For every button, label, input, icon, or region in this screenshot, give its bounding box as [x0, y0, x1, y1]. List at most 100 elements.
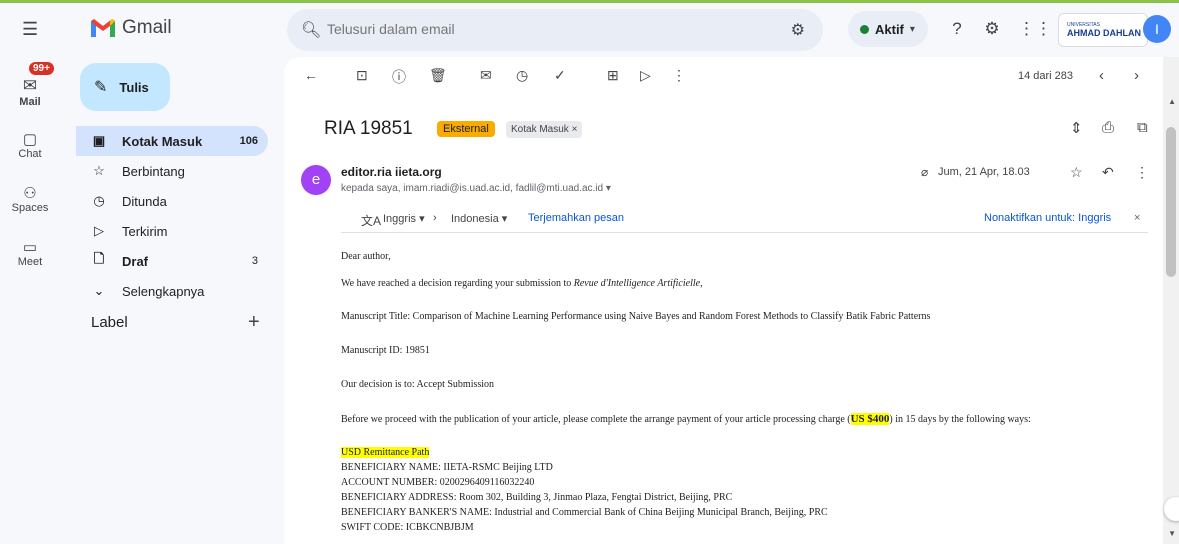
email-date: Jum, 21 Apr, 18.03: [938, 166, 1030, 178]
status-label: Aktif: [875, 21, 904, 37]
clock-icon: ◷: [93, 193, 105, 208]
sender-name[interactable]: editor.ria iieta.org: [341, 165, 442, 179]
beneficiary-name: BENEFICIARY NAME: IIETA-RSMC Beijing LTD: [341, 462, 553, 473]
status-button[interactable]: Aktif ▾: [848, 11, 928, 47]
sidebar-item-count: 3: [251, 255, 258, 267]
manuscript-title: Manuscript Title: Comparison of Machine …: [341, 311, 931, 322]
draft-icon: 🗋︎: [93, 251, 105, 266]
search-options-icon[interactable]: ⚙︎: [791, 20, 805, 40]
chevron-left-icon[interactable]: ‹: [1099, 67, 1104, 84]
status-dot-icon: [860, 24, 869, 34]
disable-translate-link[interactable]: Nonaktifkan untuk: Inggris: [984, 212, 1111, 224]
greeting: Dear author,: [341, 251, 391, 262]
inbox-icon: ▣: [92, 133, 106, 148]
move-to-icon[interactable]: ⊞: [607, 67, 619, 84]
sidebar-item-label: Terkirim: [122, 223, 168, 239]
manuscript-id: Manuscript ID: 19851: [341, 345, 430, 356]
translate-message-link[interactable]: Terjemahkan pesan: [528, 212, 624, 224]
more-vert-icon[interactable]: ⋮: [672, 67, 686, 84]
expand-icon[interactable]: ⇕: [1070, 119, 1083, 137]
chat-icon: ▢: [22, 131, 38, 148]
sidebar-item-more[interactable]: ⌄ Selengkapnya: [76, 276, 268, 306]
reply-icon[interactable]: ↶: [1102, 164, 1114, 181]
pager-text: 14 dari 283: [1017, 70, 1073, 82]
external-chip: Eksternal: [437, 121, 495, 137]
rail-label: Meet: [17, 256, 43, 268]
scroll-down-icon[interactable]: ▼: [1168, 529, 1176, 538]
account-avatar[interactable]: I: [1143, 15, 1171, 43]
send-icon: ▷: [94, 223, 104, 238]
chevron-down-icon: ▾: [909, 23, 915, 35]
rail-label: Mail: [19, 96, 41, 108]
compose-button[interactable]: ✎ Tulis: [80, 63, 170, 111]
sidebar-item-label: Berbintang: [122, 163, 185, 179]
open-new-window-icon[interactable]: ⧉: [1137, 119, 1148, 136]
payment-line: Before we proceed with the publication o…: [341, 413, 1031, 425]
star-icon[interactable]: ☆: [1070, 164, 1083, 181]
target-language-select[interactable]: Indonesia ▾: [451, 212, 507, 225]
rail-label: Chat: [18, 148, 42, 160]
label-header: Label: [91, 314, 128, 331]
mail-unread-badge: 99+: [29, 62, 54, 75]
sidebar-item-inbox[interactable]: ▣ Kotak Masuk 106: [76, 126, 268, 156]
sidebar-item-label: Draf: [122, 253, 149, 269]
account-number: ACCOUNT NUMBER: 0200296409116032240: [341, 477, 535, 488]
add-task-icon[interactable]: ✓: [554, 67, 566, 84]
add-label-icon[interactable]: +: [248, 311, 260, 334]
more-vert-icon[interactable]: ⋮: [1135, 164, 1149, 181]
beneficiary-address: BENEFICIARY ADDRESS: Room 302, Building …: [341, 492, 733, 503]
search-icon[interactable]: 🔍︎: [301, 20, 321, 40]
arrow-right-icon: ›: [433, 212, 437, 224]
help-icon[interactable]: ?: [947, 19, 967, 39]
email-view: ← ⊡ ⓘ 🗑︎ ✉ ◷ ✓ ⊞ ▷ ⋮ 14 dari 283 ‹ › RIA…: [284, 57, 1179, 544]
sidebar-item-drafts[interactable]: 🗋︎ Draf 3: [76, 246, 268, 276]
hamburger-menu-icon[interactable]: ☰: [22, 19, 42, 39]
report-spam-icon[interactable]: ⓘ: [392, 67, 406, 87]
recipients[interactable]: kepada saya, imam.riadi@is.uad.ac.id, fa…: [341, 183, 611, 194]
rail-item-meet[interactable]: ▭ Meet: [0, 238, 60, 268]
snooze-icon[interactable]: ◷: [516, 67, 528, 84]
back-arrow-icon[interactable]: ←: [304, 67, 318, 83]
gear-icon[interactable]: ⚙: [982, 19, 1002, 39]
pencil-icon: ✎: [94, 79, 108, 96]
swift-code: SWIFT CODE: ICBKCNBJBJM: [341, 522, 474, 533]
organization-logo[interactable]: UNIVERSITAS AHMAD DAHLAN: [1058, 13, 1148, 47]
sender-avatar[interactable]: e: [301, 165, 331, 195]
inbox-chip[interactable]: Kotak Masuk ×: [506, 121, 583, 138]
scrollbar[interactable]: ▲ ▼: [1163, 57, 1179, 544]
rail-item-spaces[interactable]: ⚇ Spaces: [0, 184, 60, 214]
apps-grid-icon[interactable]: ⋮⋮: [1018, 19, 1052, 39]
mark-unread-icon[interactable]: ✉: [480, 67, 492, 84]
archive-icon[interactable]: ⊡: [356, 67, 368, 84]
close-icon[interactable]: ×: [1134, 212, 1140, 224]
scrollbar-thumb[interactable]: [1166, 127, 1176, 277]
search-bar[interactable]: 🔍︎ ⚙︎: [287, 9, 823, 51]
sidebar-nav: ▣ Kotak Masuk 106 ☆ Berbintang ◷ Ditunda…: [76, 126, 268, 306]
sidebar-item-sent[interactable]: ▷ Terkirim: [76, 216, 268, 246]
app-name: Gmail: [122, 17, 172, 38]
chevron-right-icon[interactable]: ›: [1134, 67, 1139, 84]
gmail-logo[interactable]: Gmail: [90, 17, 172, 39]
search-input[interactable]: [327, 21, 727, 37]
org-name: AHMAD DAHLAN: [1067, 28, 1141, 38]
chevron-down-icon: ⌄: [93, 283, 105, 298]
source-language-select[interactable]: Inggris ▾: [383, 212, 425, 225]
mail-icon: ✉: [22, 76, 38, 95]
journal-name: Revue d'Intelligence Artificielle: [573, 278, 701, 289]
star-icon: ☆: [93, 163, 105, 178]
sidebar-item-label: Selengkapnya: [122, 283, 205, 299]
translate-icon: 文A: [361, 214, 382, 228]
remittance-header: USD Remittance Path: [341, 447, 430, 458]
scroll-up-icon[interactable]: ▲: [1168, 97, 1176, 106]
payment-amount: US $400: [850, 413, 890, 425]
label-icon[interactable]: ▷: [640, 67, 651, 84]
print-icon[interactable]: ⎙: [1102, 119, 1114, 136]
sidebar-item-snoozed[interactable]: ◷ Ditunda: [76, 186, 268, 216]
video-camera-icon: ▭: [22, 239, 38, 256]
sidebar-item-starred[interactable]: ☆ Berbintang: [76, 156, 268, 186]
sidebar-item-count: 106: [239, 135, 258, 147]
spaces-icon: ⚇: [23, 185, 37, 202]
rail-item-mail[interactable]: ✉ Mail: [0, 76, 60, 108]
rail-item-chat[interactable]: ▢ Chat: [0, 130, 60, 160]
trash-icon[interactable]: 🗑︎: [429, 67, 447, 84]
